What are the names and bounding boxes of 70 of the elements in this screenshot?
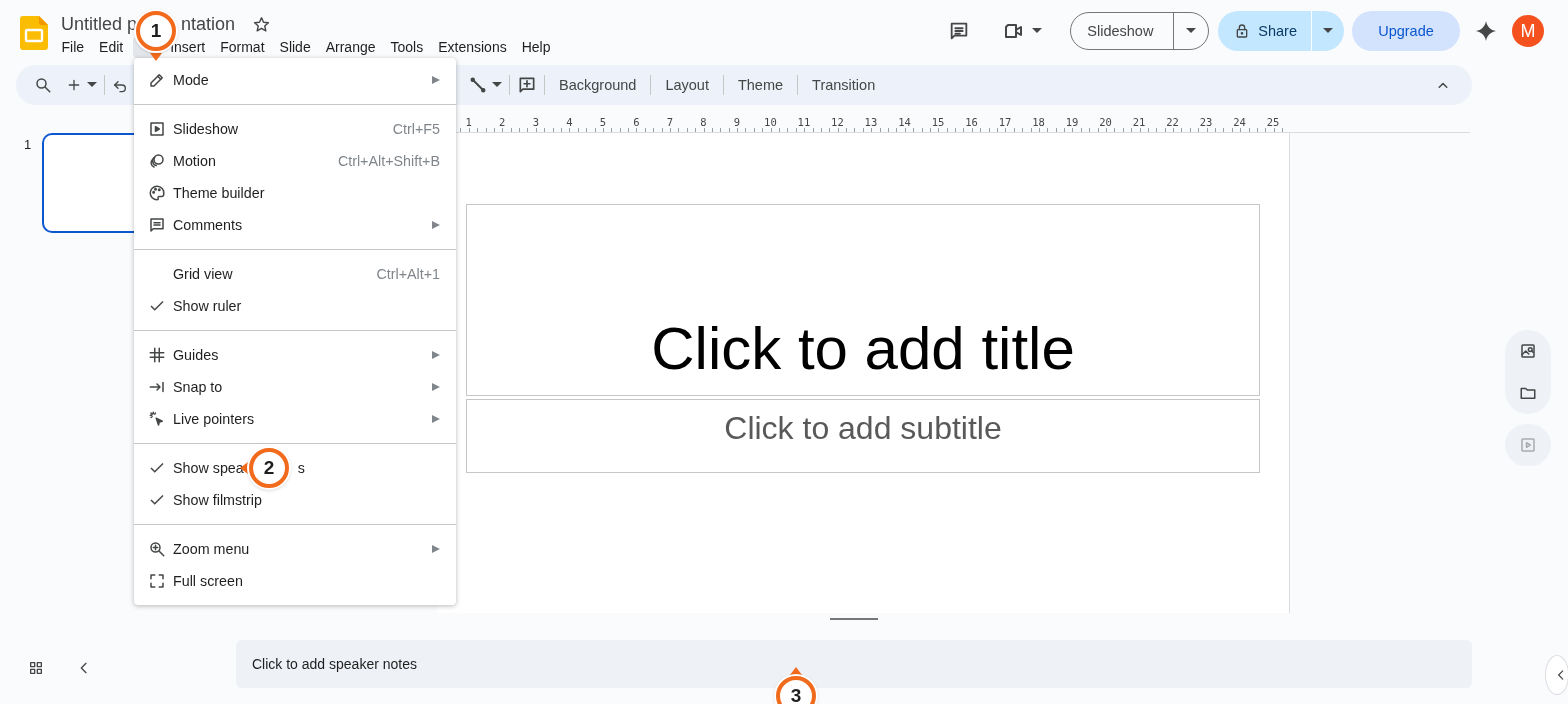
caret-icon[interactable] [492, 82, 502, 88]
menu-item[interactable]: Arrange [318, 37, 383, 57]
add-comment-icon[interactable] [517, 75, 537, 95]
zoom-in-icon [148, 540, 166, 558]
ruler-number: 18 [1031, 116, 1046, 130]
slide-thumbnail[interactable] [42, 133, 134, 233]
menu-item[interactable]: Tools [383, 37, 431, 57]
ruler-number: 12 [830, 116, 845, 130]
ruler-number: 10 [763, 116, 778, 130]
toolbar-button[interactable]: Theme [730, 77, 791, 93]
ruler-number: 24 [1232, 116, 1247, 130]
search-icon[interactable] [34, 76, 52, 94]
comment-icon [148, 216, 166, 234]
ruler-number: 14 [897, 116, 912, 130]
image-search-icon[interactable] [1519, 342, 1537, 360]
title-placeholder[interactable]: Click to add title [466, 204, 1260, 396]
menu-item[interactable]: Extensions [430, 37, 515, 57]
ruler-number: 23 [1198, 116, 1214, 130]
menu-item[interactable]: Help [514, 37, 558, 57]
ruler-number: 19 [1064, 116, 1080, 130]
pointer-icon [148, 410, 166, 428]
toolbar-button[interactable]: Background [552, 77, 644, 93]
ruler-number: 15 [930, 116, 946, 130]
menu-item[interactable]: Format [212, 37, 273, 57]
subtitle-placeholder[interactable]: Click to add subtitle [466, 399, 1260, 473]
menu-item[interactable]: File [54, 37, 92, 57]
full-screen-icon [148, 572, 166, 590]
pencil-icon [148, 71, 166, 89]
sparkle-icon[interactable] [1475, 20, 1497, 42]
ruler-number: 1 [464, 116, 473, 130]
play-icon [148, 120, 166, 138]
motion-icon [148, 152, 166, 170]
plus-icon[interactable] [66, 77, 82, 93]
ruler-number: 25 [1265, 116, 1281, 130]
resize-handle[interactable] [830, 618, 878, 620]
menu-item[interactable]: Slide [272, 37, 319, 57]
ruler-number: 9 [732, 116, 742, 130]
ruler-number: 13 [863, 116, 879, 130]
caret-icon[interactable] [1323, 28, 1333, 34]
ruler-number: 16 [964, 116, 979, 130]
ruler-number: 3 [531, 116, 540, 130]
ruler-number: 5 [598, 116, 607, 130]
caret-icon[interactable] [87, 82, 97, 88]
slide-number: 1 [24, 137, 33, 152]
line-icon[interactable] [469, 76, 487, 94]
ruler-number: 7 [665, 116, 674, 130]
caret-icon[interactable] [1186, 28, 1197, 34]
palette-icon [148, 184, 166, 202]
speaker-notes-field[interactable]: Click to add speaker notes [236, 640, 1472, 688]
grid-view-icon[interactable] [28, 660, 44, 676]
menu-option[interactable]: Mode [134, 64, 456, 96]
menu-option[interactable]: Show spea [173, 460, 244, 476]
toolbar-button[interactable]: Transition [805, 77, 883, 93]
grid-icon [148, 346, 166, 364]
ruler-number: 22 [1165, 116, 1180, 130]
ruler-number: 4 [565, 116, 574, 130]
ruler-number: 6 [632, 116, 641, 130]
ruler-number: 20 [1098, 116, 1113, 130]
ruler-number: 21 [1131, 116, 1147, 130]
ruler-number: 2 [498, 116, 507, 130]
document-title[interactable]: ntation [181, 13, 236, 35]
ruler-number: 11 [796, 116, 812, 130]
toolbar-button[interactable]: Layout [658, 77, 716, 93]
upgrade-button[interactable]: Upgrade [1352, 11, 1460, 51]
menu-option[interactable]: s [297, 460, 305, 476]
star-icon[interactable] [253, 15, 271, 33]
ruler-number: 8 [699, 116, 708, 130]
caret-icon[interactable] [1032, 28, 1043, 34]
menu-item[interactable]: Edit [91, 37, 131, 57]
ruler-number: 17 [997, 116, 1013, 130]
